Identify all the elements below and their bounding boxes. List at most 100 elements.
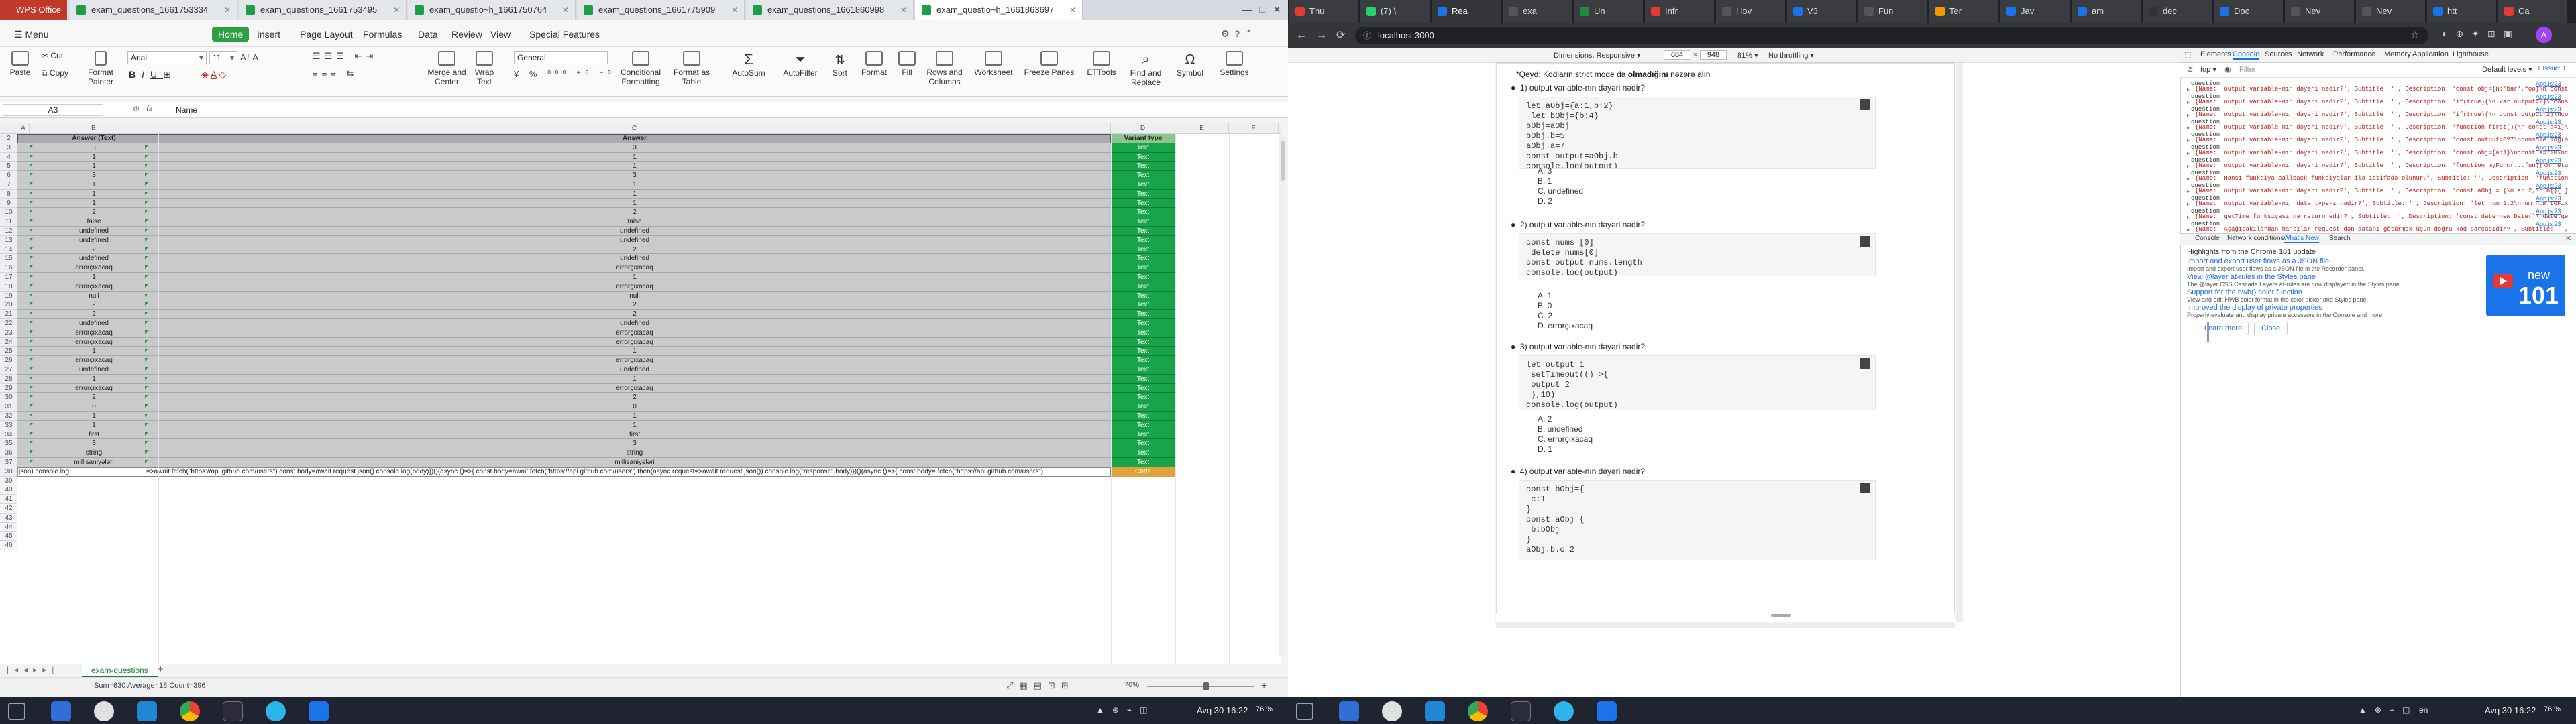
row-header[interactable]: 27 [0,365,17,375]
copy-code-icon[interactable] [1860,99,1870,110]
cell-answer-text[interactable]: errorçıxacaq [30,356,158,365]
expand-arrow-icon[interactable]: ▸ [2187,188,2190,194]
row-header[interactable]: 45 [0,532,17,542]
cut-button[interactable]: ✂ Cut [42,51,75,60]
whatsnew-item[interactable]: Import and export user flows as a JSON f… [2187,257,2475,272]
cell-answer[interactable]: 1 [158,273,1111,282]
row-header[interactable]: 15 [0,254,17,264]
format-button[interactable]: Format [857,51,891,77]
throttle-select[interactable]: No throttling ▾ [1768,51,1814,60]
bookmark-star-icon[interactable]: ☆ [2410,29,2419,40]
alignment-top-buttons[interactable]: ☰☰☰ ⇤⇥ [313,51,377,62]
cell-answer-text[interactable]: 1 [30,421,158,430]
cell-variant-type[interactable]: Text [1111,263,1175,273]
row-header[interactable]: 6 [0,171,17,180]
format-painter-button[interactable]: Format Painter [82,51,119,86]
cell-variant-type[interactable]: Text [1111,180,1175,190]
zoom-in-button[interactable]: + [1261,680,1267,690]
autosum-button[interactable]: Σ AutoSum [729,51,769,78]
expand-arrow-icon[interactable]: ▸ [2187,99,2190,105]
cell-answer-text[interactable]: 1 [30,412,158,421]
chrome-tab[interactable]: (7) \ [1360,0,1430,23]
log-body[interactable]: {Name: 'output variable-nın dəyəri nədir… [2195,149,2568,156]
cell-variant-type[interactable]: Text [1111,328,1175,338]
view-mode-icons[interactable]: ⤢▦▤⊡⊞ [1006,680,1075,691]
formula-input[interactable]: Name [176,104,197,116]
whatsnew-item-title[interactable]: View @layer at-rules in the Styles pane [2187,273,2475,281]
doc-tab[interactable]: exam_questio~h_1661750764 ✕ [408,0,576,20]
chrome-tab[interactable]: Rea [1432,0,1501,23]
ribbon-tab-review[interactable]: Review [445,25,488,43]
font-family-select[interactable]: Arial ▾ [127,51,207,64]
cell-answer-text[interactable]: false [30,217,158,227]
cell-answer-text[interactable]: undefined [30,365,158,375]
expand-arrow-icon[interactable]: ▸ [2187,150,2190,156]
freeze-panes-button[interactable]: Freeze Panes [1021,51,1077,77]
row-header[interactable]: 20 [0,300,17,310]
cell-variant-type[interactable]: Text [1111,448,1175,458]
close-button[interactable]: Close [2254,322,2288,335]
number-format-select[interactable]: General [514,51,608,64]
battery-left[interactable]: 76 % [1256,705,1273,713]
row-header[interactable]: 43 [0,513,17,523]
frame-scroll-grip[interactable] [2207,322,2209,342]
cell-answer-text[interactable]: 2 [30,300,158,310]
doc-tab[interactable]: exam_questions_1661860998 ✕ [746,0,914,20]
cell-answer-text[interactable]: undefined [30,227,158,236]
sheet-nav-arrows[interactable]: |◂◂▸▸| [7,665,59,674]
cell-answer[interactable]: errorçıxacaq [158,263,1111,273]
cell-variant-type[interactable]: Text [1111,245,1175,255]
log-body[interactable]: {Name: 'output variable-nın dəyəri nədir… [2195,86,2568,93]
settings-gear-icon[interactable] [266,701,286,721]
ribbon-tab-page-layout[interactable]: Page Layout [294,25,359,43]
cell-answer[interactable]: false [158,217,1111,227]
cell-variant-type[interactable]: Text [1111,198,1175,208]
whatsnew-item-title[interactable]: Support for the hwb() color function [2187,288,2475,296]
close-icon[interactable]: ✕ [1069,0,1076,20]
cell-variant-type[interactable]: Text [1111,439,1175,449]
whatsnew-item-title[interactable]: Import and export user flows as a JSON f… [2187,257,2475,265]
tray-icons-left[interactable]: ▲⊕⌁◫ [1096,705,1156,715]
cell-answer[interactable]: 2 [158,310,1111,319]
row-header[interactable]: 8 [0,189,17,199]
cell-variant-type[interactable]: Text [1111,152,1175,162]
sort-button[interactable]: ⇅ Sort [826,51,853,78]
row-header[interactable]: 3 [0,143,17,153]
terminal-icon[interactable] [1511,701,1531,721]
drawer-tab[interactable]: Network conditions [2227,235,2284,242]
close-icon[interactable]: ✕ [224,0,231,20]
cell-answer[interactable]: 1 [158,153,1111,162]
cell-answer-text[interactable]: 1 [30,273,158,282]
drawer-tab[interactable]: What's New [2284,235,2320,243]
row-header[interactable]: 9 [0,198,17,208]
cell-variant-type[interactable]: Text [1111,208,1175,218]
copy-code-icon[interactable] [1860,483,1870,493]
expand-arrow-icon[interactable]: ▸ [2187,214,2190,220]
whatsnew-item[interactable]: Improved the display of private properti… [2187,304,2475,318]
wrap-text-button[interactable]: Wrap Text [472,51,496,86]
row-header[interactable]: 11 [0,217,17,227]
chrome-tab[interactable]: Jav [2000,0,2070,23]
cell-answer-text[interactable]: 1 [30,347,158,356]
font-grow-shrink-buttons[interactable]: A⁺ A⁻ [240,52,263,63]
row-header[interactable]: 31 [0,402,17,412]
row-header[interactable]: 5 [0,162,17,172]
cell-answer-text[interactable]: 2 [30,393,158,402]
whatsnew-item[interactable]: Support for the hwb() color function View… [2187,288,2475,303]
chromium-icon[interactable] [1382,701,1402,721]
zoom-thumb[interactable] [1203,682,1209,690]
drawer-close-icon[interactable]: ✕ [2565,234,2571,243]
log-levels-select[interactable]: Default levels ▾ [2482,65,2532,74]
row-header[interactable]: 13 [0,235,17,245]
chrome-tab[interactable]: Nev [2285,0,2355,23]
row-header[interactable]: 35 [0,439,17,449]
cell-variant-type[interactable]: Text [1111,217,1175,227]
cell-variant-type[interactable]: Text [1111,227,1175,236]
cell-answer[interactable]: null [158,292,1111,301]
cell-answer[interactable]: 1 [158,162,1111,171]
cell-answer-text[interactable]: undefined [30,236,158,245]
file-manager-icon[interactable] [51,701,71,721]
cell-answer[interactable]: 1 [158,375,1111,384]
cell-answer-text[interactable]: 1 [30,375,158,384]
find-replace-button[interactable]: ⌕ Find and Replace [1126,51,1166,87]
